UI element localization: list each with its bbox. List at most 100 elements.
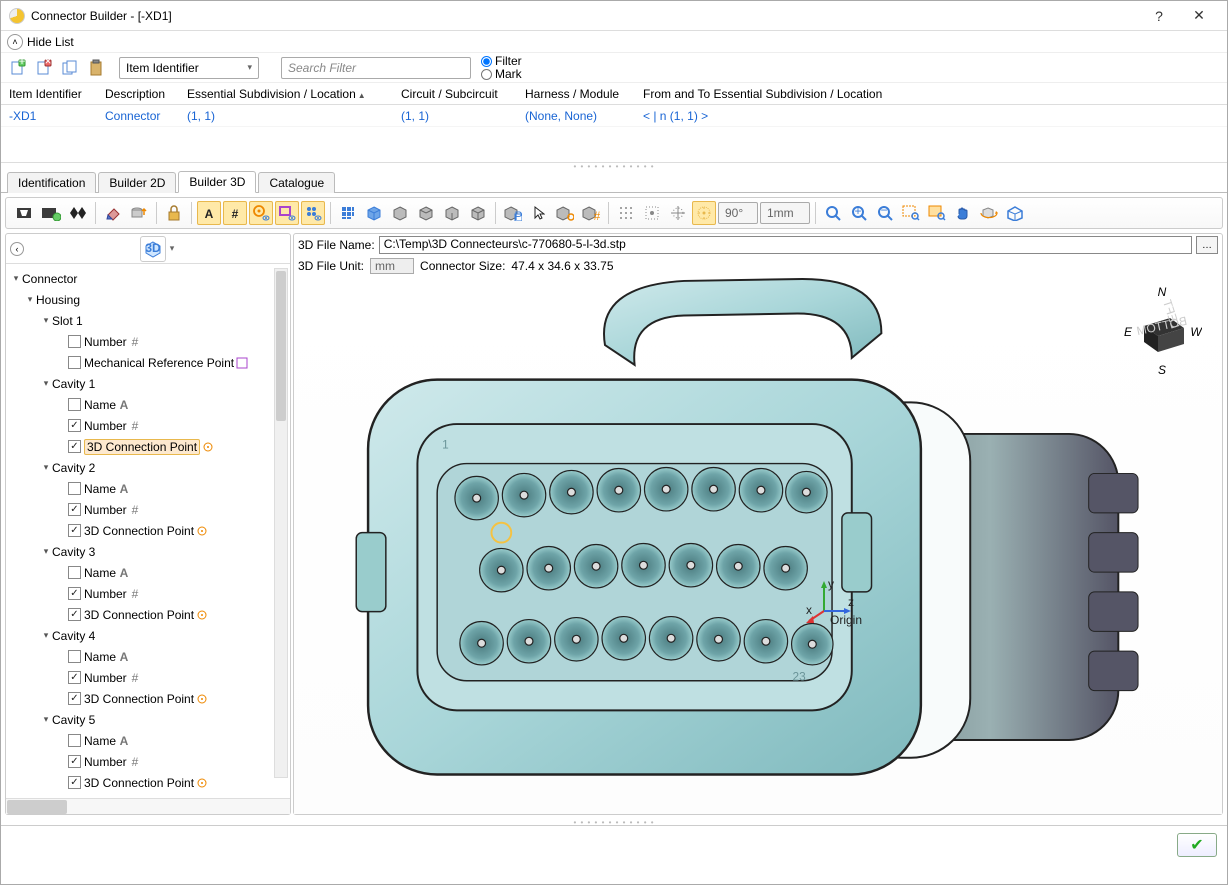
grid-row[interactable]: -XD1 Connector (1, 1) (1, 1) (None, None… [1,105,1227,127]
angle-value[interactable]: 90° [718,202,758,224]
tree-c5-conn3d[interactable]: 3D Connection Point [6,773,290,792]
cube-gray-4-icon[interactable] [466,201,490,225]
paste-icon[interactable] [85,57,107,79]
tree-cavity-5[interactable]: ▾Cavity 5 [6,710,290,729]
mark-radio-input[interactable] [481,69,492,80]
tab-builder-3d[interactable]: Builder 3D [178,171,256,193]
view-3d-badge-icon[interactable]: 3D [140,236,166,262]
cube-hash-icon[interactable]: # [579,201,603,225]
zoom-fit-icon[interactable] [821,201,845,225]
step-value[interactable]: 1mm [760,202,810,224]
diamonds-icon[interactable] [66,201,90,225]
close-button[interactable]: ✕ [1179,7,1219,24]
tree-c4-number[interactable]: Number# [6,668,290,687]
circle-point-eye-icon[interactable] [249,201,273,225]
lock-icon[interactable] [162,201,186,225]
tree-c2-number[interactable]: Number# [6,500,290,519]
tree-slot-1[interactable]: ▾Slot 1 [6,311,290,330]
cube-point-icon[interactable] [553,201,577,225]
cube-gray-3-icon[interactable] [440,201,464,225]
tree-cavity-6[interactable]: ▾Cavity 6 [6,794,290,798]
perspective-icon[interactable] [12,201,36,225]
tree-c3-number[interactable]: Number# [6,584,290,603]
grid-blue-icon[interactable] [336,201,360,225]
rotate-cube-icon[interactable] [977,201,1001,225]
tree-c5-number[interactable]: Number# [6,752,290,771]
snap-radial-icon[interactable] [692,201,716,225]
header-circuit[interactable]: Circuit / Subcircuit [393,87,517,101]
panel-collapse-icon[interactable]: ‹ [10,242,24,256]
vertical-scroll-thumb[interactable] [276,271,286,421]
cube-gray-2-icon[interactable] [414,201,438,225]
tree-cavity-3[interactable]: ▾Cavity 3 [6,542,290,561]
db-up-icon[interactable] [127,201,151,225]
cluster-eye-icon[interactable] [301,201,325,225]
tab-builder-2d[interactable]: Builder 2D [98,172,176,193]
search-input[interactable]: Search Filter [281,57,471,79]
view-cube[interactable]: N S E W BOTTOM LEFT [1122,286,1202,376]
text-a-icon[interactable]: A [197,201,221,225]
grid-dots-icon[interactable] [614,201,638,225]
filter-radio-input[interactable] [481,56,492,67]
header-harness[interactable]: Harness / Module [517,87,635,101]
square-point-eye-icon[interactable] [275,201,299,225]
svg-text:A: A [120,735,129,747]
header-description[interactable]: Description [97,87,179,101]
tree-connector[interactable]: ▾Connector [6,269,290,288]
tree-slot1-mrp[interactable]: Mechanical Reference Point [6,353,290,372]
zoom-in-icon[interactable]: + [847,201,871,225]
filter-radio[interactable]: Filter [481,55,522,68]
home-view-icon[interactable] [1003,201,1027,225]
hash-icon[interactable]: # [223,201,247,225]
zoom-selection-icon[interactable] [925,201,949,225]
cursor-icon[interactable] [527,201,551,225]
tree-c3-name[interactable]: NameA [6,563,290,582]
tree-slot1-number[interactable]: Number# [6,332,290,351]
ok-button[interactable]: ✔ [1177,833,1217,857]
tab-catalogue[interactable]: Catalogue [258,172,335,193]
zoom-region-icon[interactable] [899,201,923,225]
snap-axes-icon[interactable] [666,201,690,225]
tree-c5-name[interactable]: NameA [6,731,290,750]
hide-list-toggle-icon[interactable]: ˄ [7,34,23,50]
svg-text:#: # [232,207,239,221]
snap-center-icon[interactable] [640,201,664,225]
pan-hand-icon[interactable] [951,201,975,225]
mark-radio[interactable]: Mark [481,68,522,81]
tree-cavity-4[interactable]: ▾Cavity 4 [6,626,290,645]
tree-c1-conn3d[interactable]: 3D Connection Point [6,437,290,456]
tab-identification[interactable]: Identification [7,172,96,193]
tree-c4-conn3d[interactable]: 3D Connection Point [6,689,290,708]
tree-cavity-1[interactable]: ▾Cavity 1 [6,374,290,393]
browse-button[interactable]: … [1196,236,1218,254]
viewport-3d[interactable]: N S E W BOTTOM LEFT y [294,276,1222,814]
horizontal-scrollbar[interactable] [6,798,290,814]
tree-c1-number[interactable]: Number# [6,416,290,435]
tree-c1-name[interactable]: NameA [6,395,290,414]
delete-page-icon[interactable]: × [33,57,55,79]
vertical-scrollbar[interactable] [274,268,288,778]
cube-blue-icon[interactable] [362,201,386,225]
header-essential-subdivision[interactable]: Essential Subdivision / Location▲ [179,87,393,101]
tree-c2-conn3d[interactable]: 3D Connection Point [6,521,290,540]
file-name-input[interactable]: C:\Temp\3D Connecteurs\c-770680-5-l-3d.s… [379,236,1192,254]
cube-gray-1-icon[interactable] [388,201,412,225]
chevron-down-icon[interactable]: ▾ [170,243,175,254]
tree-c2-name[interactable]: NameA [6,479,290,498]
header-item-identifier[interactable]: Item Identifier [1,87,97,101]
identifier-combo[interactable]: Item Identifier ▾ [119,57,259,79]
new-page-plus-icon[interactable]: + [7,57,29,79]
cube-p-icon[interactable]: P [501,201,525,225]
tree-cavity-2[interactable]: ▾Cavity 2 [6,458,290,477]
perspective-refresh-icon[interactable] [38,201,64,225]
tree-c3-conn3d[interactable]: 3D Connection Point [6,605,290,624]
copy-icon[interactable] [59,57,81,79]
zoom-out-icon[interactable]: − [873,201,897,225]
tree-housing[interactable]: ▾Housing [6,290,290,309]
hide-list-label[interactable]: Hide List [27,35,74,49]
help-button[interactable]: ? [1139,8,1179,24]
horizontal-scroll-thumb[interactable] [7,800,67,814]
header-from-to[interactable]: From and To Essential Subdivision / Loca… [635,87,875,101]
tree-c4-name[interactable]: NameA [6,647,290,666]
eraser-icon[interactable] [101,201,125,225]
